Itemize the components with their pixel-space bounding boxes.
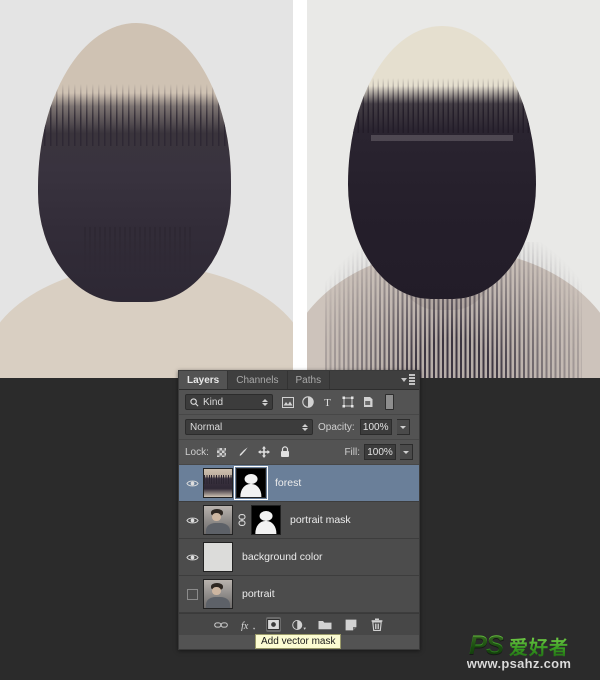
layer-thumbnail-portrait-mask[interactable] [203, 505, 233, 535]
layer-visibility-toggle-forest[interactable] [181, 479, 203, 488]
layer-visibility-toggle-portrait-mask[interactable] [181, 516, 203, 525]
panel-menu-triangle-icon [401, 378, 407, 382]
layer-name-portrait-mask[interactable]: portrait mask [290, 514, 351, 526]
left-head [38, 22, 232, 303]
right-head [348, 26, 536, 299]
layer-visibility-toggle-background-color[interactable] [181, 553, 203, 562]
opacity-dropdown-arrow[interactable] [396, 419, 410, 435]
smart-object-filter-icon[interactable] [361, 396, 374, 409]
eye-icon [185, 479, 199, 488]
left-forest-drip [84, 226, 193, 272]
eye-icon [185, 553, 199, 562]
svg-text:fx: fx [240, 620, 248, 630]
layer-row-forest[interactable]: forest [179, 465, 419, 502]
blend-mode-dropdown[interactable]: Normal [185, 419, 313, 435]
filter-kind-stepper-icon[interactable] [262, 398, 268, 406]
new-group-icon[interactable] [318, 617, 333, 632]
layer-style-fx-icon[interactable]: fx [240, 617, 255, 632]
eye-icon [185, 516, 199, 525]
link-layers-icon[interactable] [214, 617, 229, 632]
blend-mode-stepper-icon[interactable] [302, 423, 308, 431]
tab-paths[interactable]: Paths [288, 371, 331, 389]
blend-mode-value: Normal [190, 421, 223, 433]
filter-kind-dropdown[interactable]: Kind [185, 394, 273, 410]
layers-panel-toolbar: fx Add vector mask [179, 613, 419, 649]
layer-filter-row: Kind T [179, 390, 419, 415]
fill-input[interactable]: 100% [364, 444, 396, 460]
layer-type-filter-icons: T [281, 394, 394, 410]
layer-thumbnail-portrait[interactable] [203, 579, 233, 609]
blend-mode-row: Normal Opacity: 100% [179, 415, 419, 440]
layer-list: forest portrait mask background color po… [179, 465, 419, 613]
panel-menu-lines-icon [409, 374, 415, 386]
right-treeline [348, 78, 536, 133]
fill-label: Fill: [344, 446, 360, 458]
right-photo [307, 0, 600, 378]
left-figure [0, 0, 293, 378]
filter-kind-label: Kind [203, 396, 224, 408]
fill-dropdown-arrow[interactable] [400, 444, 413, 460]
pixel-layer-filter-icon[interactable] [281, 396, 294, 409]
right-horizon-band [370, 135, 514, 142]
layer-row-portrait[interactable]: portrait [179, 576, 419, 613]
tab-layers[interactable]: Layers [179, 371, 229, 389]
layer-mask-thumbnail-portrait-mask[interactable] [251, 505, 281, 535]
lock-transparent-pixels-icon[interactable] [216, 446, 228, 458]
shape-layer-filter-icon[interactable] [341, 396, 354, 409]
layer-name-background-color[interactable]: background color [242, 551, 323, 563]
right-figure [307, 0, 600, 378]
layer-name-portrait[interactable]: portrait [242, 588, 275, 600]
lock-icons-group [216, 446, 291, 458]
eye-off-icon [186, 588, 198, 600]
lock-label: Lock: [185, 446, 209, 458]
search-icon [190, 397, 199, 406]
panel-menu-icon[interactable] [401, 374, 415, 386]
type-layer-filter-icon[interactable]: T [321, 396, 334, 409]
layers-panel: Layers Channels Paths Kind T Normal Opac… [178, 370, 420, 650]
new-layer-icon[interactable] [344, 617, 359, 632]
left-photo [0, 0, 293, 378]
opacity-label: Opacity: [318, 421, 355, 433]
image-divider [293, 0, 307, 378]
layer-row-background-color[interactable]: background color [179, 539, 419, 576]
fill-group: Fill: 100% [344, 444, 413, 460]
lock-image-pixels-icon[interactable] [237, 446, 249, 458]
add-layer-mask-icon[interactable] [265, 617, 281, 632]
filter-toggle-switch[interactable] [385, 394, 394, 410]
layer-thumbnail-background-color[interactable] [203, 542, 233, 572]
delete-layer-icon[interactable] [370, 617, 385, 632]
image-comparison-area [0, 0, 600, 378]
left-treeline [38, 84, 232, 146]
layer-visibility-toggle-portrait[interactable] [181, 588, 203, 600]
tooltip-add-vector-mask: Add vector mask [255, 634, 342, 649]
lock-position-icon[interactable] [257, 446, 270, 458]
adjustment-layer-filter-icon[interactable] [301, 396, 314, 409]
tab-channels[interactable]: Channels [228, 371, 288, 389]
layer-mask-thumbnail-forest[interactable] [234, 466, 268, 500]
layer-name-forest[interactable]: forest [275, 477, 301, 489]
lock-row: Lock: Fill: 100% [179, 440, 419, 465]
lock-all-icon[interactable] [279, 446, 291, 458]
panel-tab-strip: Layers Channels Paths [179, 371, 419, 390]
new-adjustment-layer-icon[interactable] [292, 617, 307, 632]
opacity-input[interactable]: 100% [359, 419, 392, 435]
layer-mask-link-icon[interactable] [236, 514, 248, 526]
layer-row-portrait-mask[interactable]: portrait mask [179, 502, 419, 539]
layer-thumbnail-forest[interactable] [203, 468, 233, 498]
svg-text:T: T [324, 397, 331, 408]
